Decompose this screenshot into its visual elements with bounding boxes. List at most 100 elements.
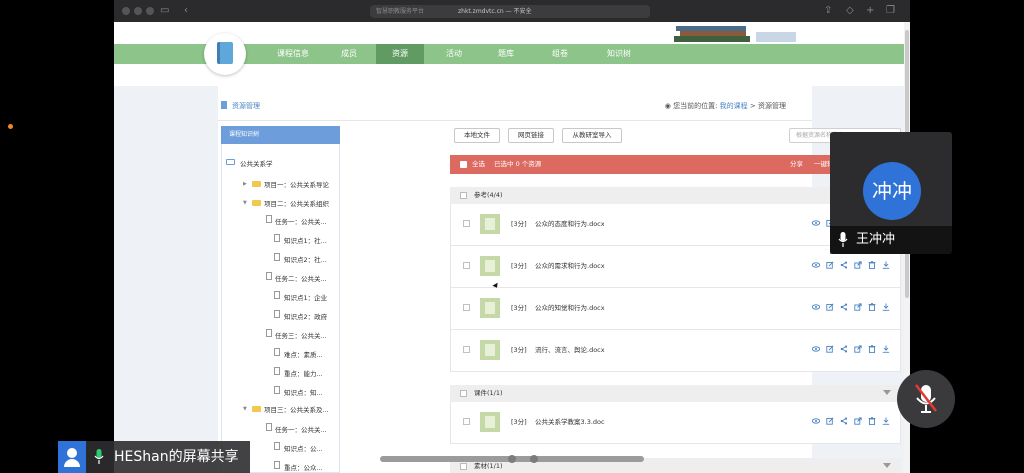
eye-icon[interactable] bbox=[812, 303, 820, 311]
nav-papers[interactable]: 组卷 bbox=[536, 44, 584, 64]
tree-node-point[interactable]: 知识点：公... bbox=[284, 443, 323, 453]
download-icon[interactable] bbox=[882, 303, 890, 311]
tree-root[interactable]: 公共关系学 bbox=[240, 158, 273, 168]
trash-icon[interactable] bbox=[868, 261, 876, 269]
nav-resources[interactable]: 资源 bbox=[376, 44, 424, 64]
tree-node-point[interactable]: 知识点1：社... bbox=[284, 235, 327, 245]
row-checkbox[interactable] bbox=[463, 220, 470, 227]
row-checkbox[interactable] bbox=[463, 418, 470, 425]
tree-node-point[interactable]: 知识点2：社... bbox=[284, 254, 327, 264]
chevron-down-icon[interactable] bbox=[883, 463, 891, 468]
resource-name[interactable]: 流行、流言、舆论.docx bbox=[535, 330, 605, 370]
eye-icon[interactable] bbox=[812, 261, 820, 269]
edit-icon[interactable] bbox=[826, 261, 834, 269]
collapse-icon[interactable]: ▼ bbox=[243, 200, 247, 206]
trash-icon[interactable] bbox=[868, 345, 876, 353]
tree-node-point[interactable]: 知识点：知... bbox=[284, 387, 323, 397]
export-icon[interactable] bbox=[854, 417, 862, 425]
eye-icon[interactable] bbox=[812, 417, 820, 425]
participant-video-tile[interactable]: 冲冲 王冲冲 bbox=[830, 132, 952, 254]
scroll-knob[interactable] bbox=[508, 455, 516, 463]
share-icon[interactable] bbox=[840, 303, 848, 311]
tree-node-task[interactable]: 任务一：公共关... bbox=[275, 424, 327, 434]
export-icon[interactable] bbox=[854, 303, 862, 311]
site-header: 课程信息 成员 资源 活动 题库 组卷 知识树 bbox=[114, 22, 910, 86]
resource-name[interactable]: 公共关系学教案3.3.doc bbox=[535, 402, 605, 442]
expand-icon[interactable]: ▶ bbox=[243, 181, 247, 187]
window-close-button[interactable] bbox=[122, 7, 130, 15]
mute-toggle-button[interactable] bbox=[897, 370, 955, 428]
section-header[interactable]: 课件(1/1) bbox=[450, 385, 901, 402]
tree-node-task[interactable]: 任务二：公共关... bbox=[275, 273, 327, 283]
edit-icon[interactable] bbox=[826, 417, 834, 425]
import-button[interactable]: 从教研室导入 bbox=[562, 128, 622, 143]
trash-icon[interactable] bbox=[868, 417, 876, 425]
horizontal-scrollbar[interactable] bbox=[380, 455, 644, 463]
nav-activities[interactable]: 活动 bbox=[432, 44, 476, 64]
download-icon[interactable] bbox=[882, 261, 890, 269]
browser-toolbar: ▭ ‹ 智慧职教服务平台 zhkt.zmdvtc.cn — 不安全 ⇪ ◇ + … bbox=[114, 0, 910, 22]
tree-node-point[interactable]: 重点：能力... bbox=[284, 368, 323, 378]
eye-icon[interactable] bbox=[812, 345, 820, 353]
window-zoom-button[interactable] bbox=[146, 7, 154, 15]
resource-name[interactable]: 公众的态度和行为.docx bbox=[535, 204, 605, 244]
nav-course-info[interactable]: 课程信息 bbox=[266, 44, 320, 64]
eye-icon[interactable] bbox=[812, 219, 820, 227]
tree-node-point[interactable]: 重点：公众... bbox=[284, 462, 323, 472]
local-file-button[interactable]: 本地文件 bbox=[454, 128, 500, 143]
row-checkbox[interactable] bbox=[463, 346, 470, 353]
back-icon[interactable]: ‹ bbox=[184, 5, 188, 16]
resource-name[interactable]: 公众的需求和行为.docx bbox=[535, 246, 605, 286]
edit-icon[interactable] bbox=[826, 345, 834, 353]
export-icon[interactable] bbox=[854, 261, 862, 269]
download-icon[interactable] bbox=[882, 345, 890, 353]
section-checkbox[interactable] bbox=[460, 463, 467, 470]
browser-tab[interactable]: 智慧职教服务平台 bbox=[370, 5, 458, 18]
download-icon[interactable] bbox=[882, 417, 890, 425]
export-icon[interactable] bbox=[854, 345, 862, 353]
course-logo[interactable] bbox=[204, 33, 246, 75]
row-checkbox[interactable] bbox=[463, 262, 470, 269]
chevron-down-icon[interactable] bbox=[883, 390, 891, 395]
tree-node-task[interactable]: 任务三：公共关... bbox=[275, 330, 327, 340]
share-button[interactable]: 分享 bbox=[790, 155, 803, 174]
select-all-label[interactable]: 全选 bbox=[472, 155, 485, 174]
tree-node-point[interactable]: 难点：素质... bbox=[284, 349, 323, 359]
nav-members[interactable]: 成员 bbox=[328, 44, 370, 64]
edit-icon[interactable] bbox=[826, 303, 834, 311]
add-tab-icon[interactable]: + bbox=[866, 5, 874, 16]
tree-node-project-3[interactable]: 项目三：公共关系及... bbox=[264, 404, 329, 414]
resource-panel: 资源管理 ◉ 您当前的位置: 我的课程 > 资源管理 课程知识树 公共关系学 ▶… bbox=[218, 86, 901, 473]
breadcrumb-my-courses[interactable]: 我的课程 bbox=[720, 102, 748, 110]
resource-name[interactable]: 公众的知觉和行为.docx bbox=[535, 288, 605, 328]
tree-node-point[interactable]: 知识点2：政府 bbox=[284, 311, 327, 321]
tree-node-project-1[interactable]: 项目一：公共关系导论 bbox=[264, 179, 329, 189]
share-icon[interactable] bbox=[840, 345, 848, 353]
address-bar[interactable]: zhkt.zmdvtc.cn — 不安全 bbox=[450, 5, 650, 18]
scroll-knob[interactable] bbox=[530, 455, 538, 463]
share-page-icon[interactable]: ⇪ bbox=[824, 5, 832, 16]
sidebar-icon[interactable]: ▭ bbox=[160, 5, 169, 16]
tree-node-point[interactable]: 知识点1：企业 bbox=[284, 292, 327, 302]
screen: ▭ ‹ 智慧职教服务平台 zhkt.zmdvtc.cn — 不安全 ⇪ ◇ + … bbox=[0, 0, 1024, 473]
resource-row: [3分] 公众的知觉和行为.docx bbox=[450, 288, 901, 330]
share-icon[interactable] bbox=[840, 417, 848, 425]
tabs-overview-icon[interactable]: ❐ bbox=[886, 5, 895, 16]
section-checkbox[interactable] bbox=[460, 192, 467, 199]
file-icon bbox=[274, 253, 280, 261]
web-link-button[interactable]: 网页链接 bbox=[508, 128, 554, 143]
window-minimize-button[interactable] bbox=[134, 7, 142, 15]
section-checkbox[interactable] bbox=[460, 390, 467, 397]
shield-icon[interactable]: ◇ bbox=[846, 5, 854, 16]
trash-icon[interactable] bbox=[868, 303, 876, 311]
screen-share-indicator[interactable]: HEShan的屏幕共享 bbox=[58, 441, 250, 473]
nav-knowledge-tree[interactable]: 知识树 bbox=[592, 44, 646, 64]
collapse-icon[interactable]: ▼ bbox=[243, 406, 247, 412]
row-checkbox[interactable] bbox=[463, 304, 470, 311]
tree-node-task[interactable]: 任务一：公共关... bbox=[275, 216, 327, 226]
select-all-checkbox[interactable] bbox=[460, 161, 467, 168]
row-actions bbox=[812, 261, 890, 271]
tree-node-project-2[interactable]: 项目二：公共关系组织 bbox=[264, 198, 329, 208]
nav-question-bank[interactable]: 题库 bbox=[484, 44, 528, 64]
share-icon[interactable] bbox=[840, 261, 848, 269]
